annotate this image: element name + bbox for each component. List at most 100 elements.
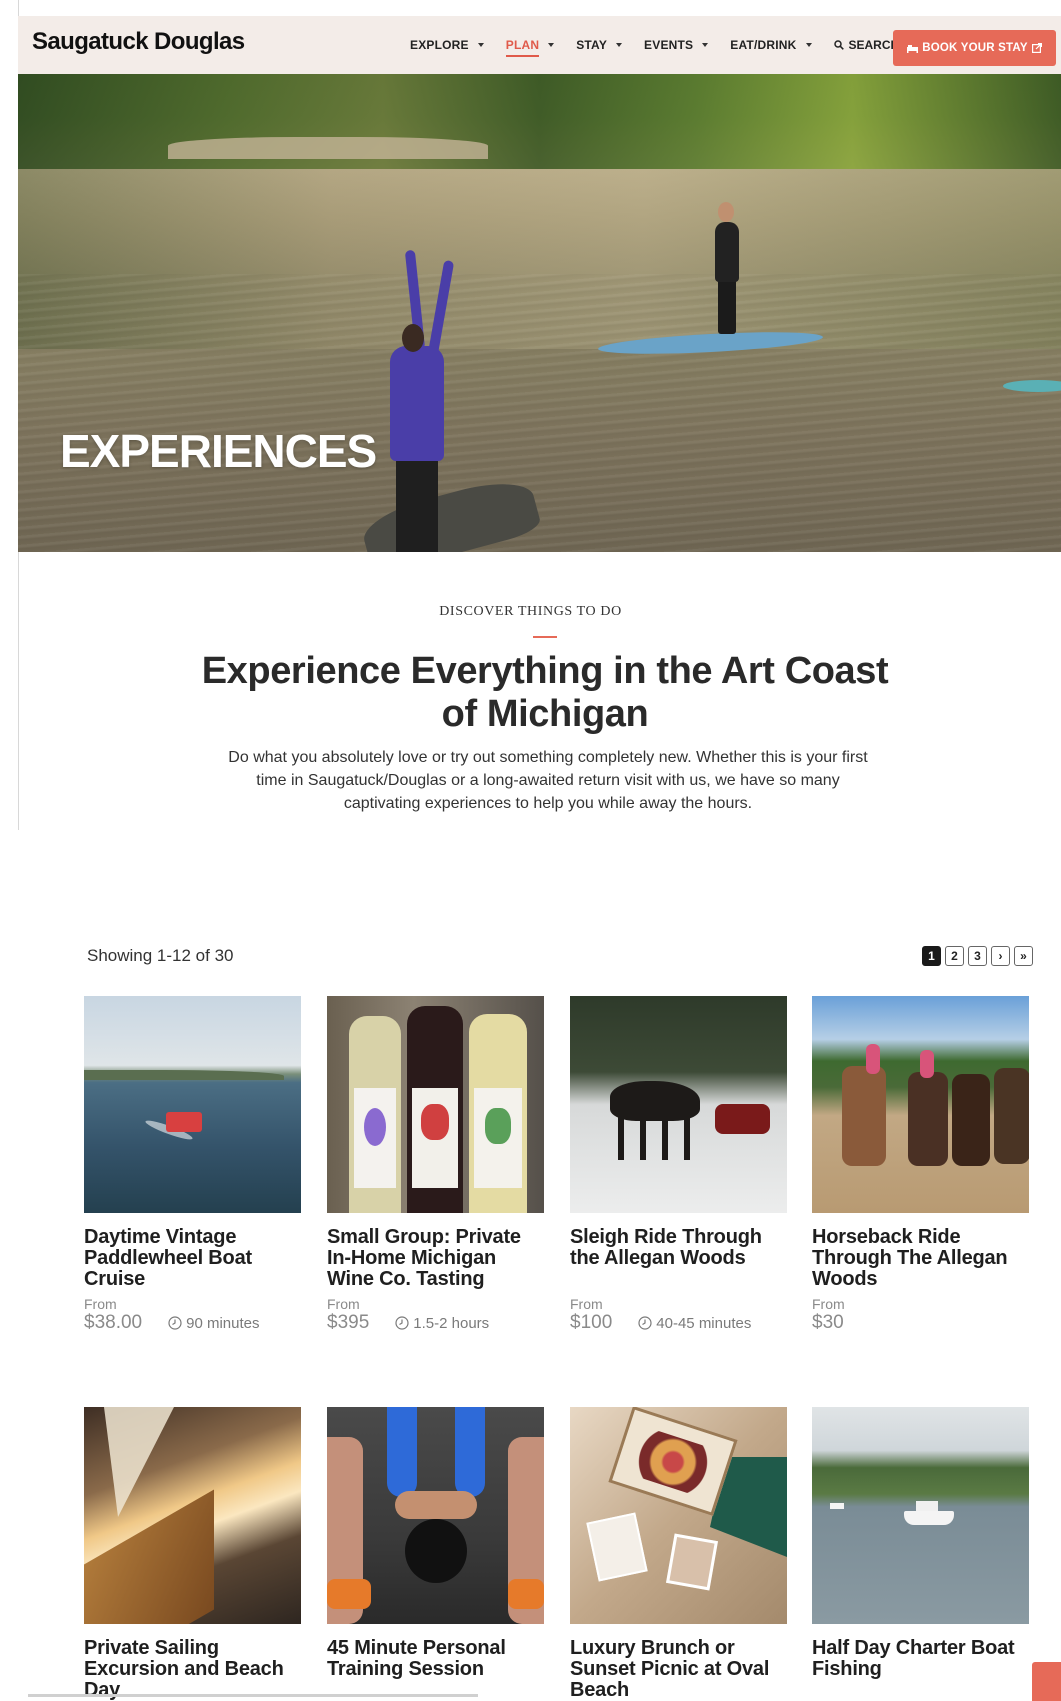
card-price: $30 — [812, 1312, 844, 1333]
results-count: Showing 1-12 of 30 — [87, 946, 234, 965]
experience-card[interactable]: Half Day Charter Boat Fishing — [812, 1407, 1029, 1680]
nav-plan[interactable]: PLAN — [505, 16, 555, 74]
card-title[interactable]: Daytime Vintage Paddlewheel Boat Cruise — [84, 1227, 301, 1290]
paddleboarder-far-body — [715, 222, 739, 282]
main-nav: EXPLORE PLAN STAY EVENTS EAT/DRINK SEARC… — [410, 16, 899, 74]
sail — [104, 1407, 174, 1517]
sleigh — [715, 1104, 770, 1134]
card-duration-label: 1.5-2 hours — [413, 1314, 490, 1332]
clock-icon — [168, 1316, 182, 1330]
card-meta: $30 — [812, 1312, 1029, 1334]
scroll-indicator — [28, 1694, 478, 1697]
section-title: Experience Everything in the Art Coast o… — [201, 650, 889, 735]
nav-explore[interactable]: EXPLORE — [410, 16, 484, 74]
page-2-button[interactable]: 2 — [945, 946, 964, 966]
card-price: $395 — [327, 1312, 370, 1333]
kettlebell — [405, 1519, 467, 1583]
card-image[interactable] — [84, 1407, 301, 1624]
nav-events[interactable]: EVENTS — [644, 16, 709, 74]
last-page-button[interactable]: » — [1014, 946, 1033, 966]
nav-eat-drink[interactable]: EAT/DRINK — [730, 16, 812, 74]
experience-card[interactable]: Horseback Ride Through The Allegan Woods… — [812, 996, 1029, 1334]
nav-search[interactable]: SEARCH — [833, 38, 900, 52]
scroll-to-top-button[interactable] — [1032, 1662, 1061, 1701]
card-duration-label: 40-45 minutes — [656, 1314, 752, 1332]
card-duration: 40-45 minutes — [638, 1315, 751, 1332]
horse — [952, 1074, 990, 1166]
bed-icon — [907, 44, 919, 53]
card-image[interactable] — [570, 1407, 787, 1624]
boat-deck — [84, 1489, 214, 1624]
rider — [866, 1044, 880, 1074]
clock-icon — [395, 1316, 409, 1330]
hero-shore — [168, 137, 488, 159]
card-price: $100 — [570, 1312, 613, 1333]
chevron-down-icon — [548, 43, 555, 47]
card-title[interactable]: Small Group: Private In-Home Michigan Wi… — [327, 1227, 544, 1290]
price-prefix: From — [570, 1296, 603, 1312]
hands — [395, 1491, 477, 1519]
card-image[interactable] — [84, 996, 301, 1213]
nav-stay-label: STAY — [576, 38, 608, 52]
card-image[interactable] — [327, 996, 544, 1213]
chevron-down-icon — [702, 43, 709, 47]
horse — [994, 1068, 1029, 1164]
price-prefix: From — [84, 1296, 117, 1312]
nav-explore-label: EXPLORE — [410, 38, 469, 52]
horse — [610, 1081, 700, 1121]
experience-card[interactable]: Sleigh Ride Through the Allegan Woods Fr… — [570, 996, 787, 1334]
experience-card[interactable]: Private Sailing Excursion and Beach Day — [84, 1407, 301, 1701]
sneaker — [508, 1579, 544, 1609]
nav-plan-label: PLAN — [505, 38, 540, 52]
photo-card — [586, 1512, 648, 1582]
paddleboarder-near-head — [402, 324, 424, 352]
chevron-down-icon — [477, 43, 484, 47]
site-logo[interactable]: Saugatuck Douglas — [32, 28, 245, 56]
nav-eat-drink-label: EAT/DRINK — [730, 38, 797, 52]
book-your-stay-button[interactable]: BOOK YOUR STAY — [893, 30, 1056, 66]
clock-icon — [638, 1316, 652, 1330]
page-3-button[interactable]: 3 — [968, 946, 987, 966]
chevron-down-icon — [805, 43, 812, 47]
nav-events-label: EVENTS — [644, 38, 694, 52]
card-title[interactable]: Sleigh Ride Through the Allegan Woods — [570, 1227, 787, 1269]
leaf-graphic — [364, 1108, 386, 1146]
card-meta: $395 1.5-2 hours — [327, 1312, 544, 1334]
experience-card[interactable]: Luxury Brunch or Sunset Picnic at Oval B… — [570, 1407, 787, 1701]
charter-boat — [904, 1511, 954, 1525]
page-1-button[interactable]: 1 — [922, 946, 941, 966]
rider — [920, 1050, 934, 1078]
hero-banner: EXPERIENCES — [18, 74, 1061, 552]
section-eyebrow: DISCOVER THINGS TO DO — [439, 604, 622, 619]
next-page-button[interactable]: › — [991, 946, 1010, 966]
experience-card[interactable]: Daytime Vintage Paddlewheel Boat Cruise … — [84, 996, 301, 1334]
experience-card[interactable]: Small Group: Private In-Home Michigan Wi… — [327, 996, 544, 1334]
card-title[interactable]: Half Day Charter Boat Fishing — [812, 1638, 1029, 1680]
paddleboarder-far — [718, 279, 736, 334]
card-title[interactable]: Horseback Ride Through The Allegan Woods — [812, 1227, 1029, 1290]
horse — [842, 1066, 886, 1166]
card-image[interactable] — [327, 1407, 544, 1624]
leaf-graphic — [421, 1104, 449, 1140]
card-image[interactable] — [570, 996, 787, 1213]
card-image[interactable] — [812, 996, 1029, 1213]
arm — [455, 1407, 485, 1497]
card-image[interactable] — [812, 1407, 1029, 1624]
card-title[interactable]: Luxury Brunch or Sunset Picnic at Oval B… — [570, 1638, 787, 1701]
experience-card[interactable]: 45 Minute Personal Training Session — [327, 1407, 544, 1680]
hero-water-ripples — [18, 274, 1061, 552]
nav-search-label: SEARCH — [848, 38, 900, 52]
paddleboarder-near-legs — [396, 456, 438, 552]
card-duration: 1.5-2 hours — [395, 1315, 489, 1332]
paddleboarder-near — [390, 346, 444, 461]
site-header: Saugatuck Douglas EXPLORE PLAN STAY EVEN… — [18, 16, 1061, 74]
card-title[interactable]: 45 Minute Personal Training Session — [327, 1638, 544, 1680]
paddlewheel-boat — [166, 1112, 202, 1132]
card-meta: $100 40-45 minutes — [570, 1312, 787, 1334]
card-title[interactable]: Private Sailing Excursion and Beach Day — [84, 1638, 301, 1701]
nav-stay[interactable]: STAY — [576, 16, 623, 74]
pagination: 1 2 3 › » — [922, 946, 1037, 966]
eyebrow-divider — [533, 636, 557, 638]
shoreline — [84, 1070, 284, 1080]
section-description: Do what you absolutely love or try out s… — [228, 749, 868, 812]
